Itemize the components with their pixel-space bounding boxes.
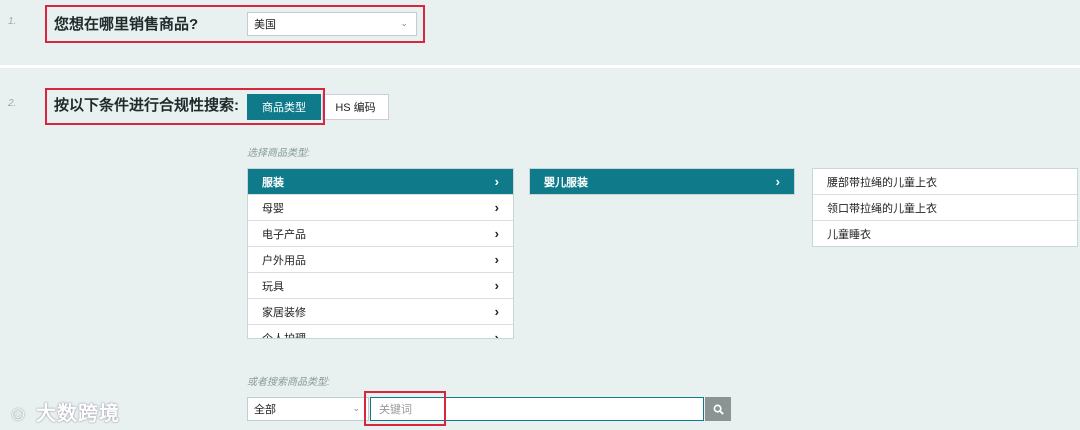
category-item-electronics[interactable]: 电子产品 › xyxy=(248,221,513,247)
chevron-right-icon: › xyxy=(494,304,499,319)
category-list-level2: 婴儿服装 › xyxy=(529,168,795,195)
highlight-box-step2 xyxy=(45,88,325,125)
chevron-right-icon: › xyxy=(494,174,499,189)
category-item-home[interactable]: 家居装修 › xyxy=(248,299,513,325)
step-number-1: 1. xyxy=(8,16,17,27)
chevron-right-icon: › xyxy=(494,278,499,293)
category-item-label: 家居装修 xyxy=(262,306,306,319)
chevron-right-icon: › xyxy=(494,200,499,215)
category-item-label: 腰部带拉绳的儿童上衣 xyxy=(827,176,937,189)
category-item-label: 领口带拉绳的儿童上衣 xyxy=(827,202,937,215)
category-item-outdoor[interactable]: 户外用品 › xyxy=(248,247,513,273)
highlight-box-step1 xyxy=(45,5,425,43)
category-item-label: 个人护理 xyxy=(262,332,306,339)
category-item-label: 户外用品 xyxy=(262,254,306,267)
watermark-text: 大数跨境 xyxy=(35,403,120,425)
category-item-toys[interactable]: 玩具 › xyxy=(248,273,513,299)
category-item-label: 儿童睡衣 xyxy=(827,229,871,241)
category-item-kids-pajamas[interactable]: 儿童睡衣 xyxy=(813,221,1077,246)
category-item-baby-clothing[interactable]: 婴儿服装 › xyxy=(530,169,794,194)
chevron-right-icon: › xyxy=(494,330,499,339)
category-item-clothing[interactable]: 服装 › xyxy=(248,169,513,195)
tab-hs-code[interactable]: HS 编码 xyxy=(322,94,389,120)
category-item-label: 玩具 xyxy=(262,280,284,293)
watermark-icon: ☺ xyxy=(8,403,30,425)
category-item-label: 母婴 xyxy=(262,202,284,215)
category-item-baby[interactable]: 母婴 › xyxy=(248,195,513,221)
search-icon xyxy=(713,404,724,415)
step-number-2: 2. xyxy=(8,98,17,109)
category-list-level1: 服装 › 母婴 › 电子产品 › 户外用品 › 玩具 › 家居装修 › 个人护理… xyxy=(247,168,514,339)
category-item-label: 电子产品 xyxy=(262,228,306,241)
chevron-down-icon: ⌄ xyxy=(352,402,360,413)
scope-select-value: 全部 xyxy=(254,404,276,416)
scope-select[interactable]: 全部 ⌄ xyxy=(247,397,369,421)
watermark-logo: ☺ 大数跨境 xyxy=(8,397,120,426)
category-item-waist-drawstring-top[interactable]: 腰部带拉绳的儿童上衣 xyxy=(813,169,1077,195)
chevron-right-icon: › xyxy=(494,252,499,267)
chevron-right-icon: › xyxy=(494,226,499,241)
highlight-box-keyword xyxy=(364,391,446,426)
category-hint: 选择商品类型: xyxy=(247,148,310,159)
chevron-right-icon: › xyxy=(775,174,780,189)
search-button[interactable] xyxy=(705,397,731,421)
category-item-label: 婴儿服装 xyxy=(544,176,588,189)
category-item-label: 服装 xyxy=(262,176,284,189)
search-hint: 或者搜索商品类型: xyxy=(247,377,330,388)
section-divider xyxy=(0,65,1080,68)
category-list-level3: 腰部带拉绳的儿童上衣 领口带拉绳的儿童上衣 儿童睡衣 xyxy=(812,168,1078,247)
category-item-personal-care[interactable]: 个人护理 › xyxy=(248,325,513,339)
category-item-neck-drawstring-top[interactable]: 领口带拉绳的儿童上衣 xyxy=(813,195,1077,221)
